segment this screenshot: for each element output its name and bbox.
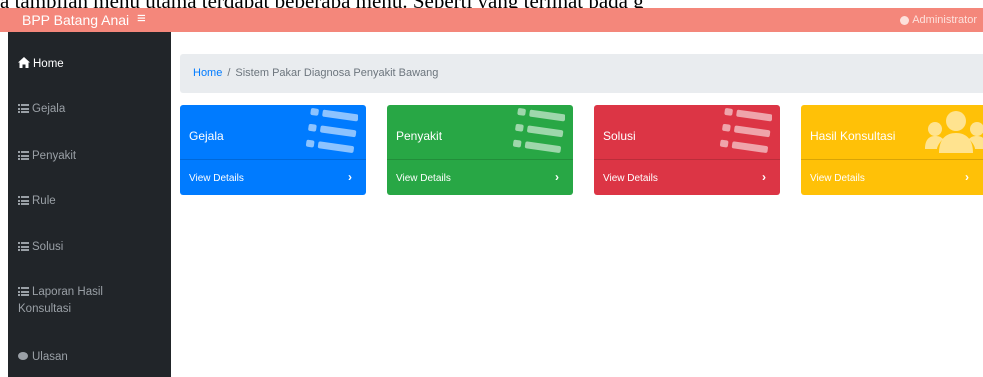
top-navbar: BPP Batang Anai ≡ Administrator bbox=[0, 8, 983, 32]
list-icon bbox=[18, 196, 29, 205]
view-details-link[interactable]: View Details › bbox=[387, 159, 573, 195]
list-icon bbox=[306, 108, 358, 153]
list-icon bbox=[18, 104, 29, 113]
user-circle-icon bbox=[900, 15, 910, 25]
card-hasil-konsultasi: Hasil Konsultasi View Details › bbox=[801, 105, 983, 195]
chevron-right-icon: › bbox=[965, 170, 969, 184]
sidebar-item-ulasan[interactable]: Ulasan bbox=[18, 349, 158, 366]
card-title: Solusi bbox=[603, 129, 636, 143]
sidebar-item-laporan-hasil-konsultasi[interactable]: Laporan Hasil Konsultasi bbox=[18, 284, 158, 318]
chevron-right-icon: › bbox=[555, 170, 559, 184]
breadcrumb-home-link[interactable]: Home bbox=[193, 67, 222, 79]
view-details-link[interactable]: View Details › bbox=[594, 159, 780, 195]
sidebar-item-label: Rule bbox=[32, 195, 56, 207]
card-title: Hasil Konsultasi bbox=[810, 129, 896, 143]
sidebar-item-penyakit[interactable]: Penyakit bbox=[18, 148, 158, 165]
card-gejala: Gejala View Details › bbox=[180, 105, 366, 195]
sidebar-item-label: Ulasan bbox=[32, 351, 68, 363]
view-details-label: View Details bbox=[189, 173, 244, 184]
list-icon bbox=[720, 108, 772, 153]
breadcrumb-current: Sistem Pakar Diagnosa Penyakit Bawang bbox=[235, 67, 439, 79]
user-menu[interactable]: Administrator bbox=[900, 14, 977, 26]
list-icon bbox=[18, 242, 29, 251]
sidebar-item-rule[interactable]: Rule bbox=[18, 193, 158, 210]
card-penyakit: Penyakit View Details › bbox=[387, 105, 573, 195]
breadcrumb: Home / Sistem Pakar Diagnosa Penyakit Bawa… bbox=[180, 54, 983, 93]
sidebar-item-label: Laporan Hasil Konsultasi bbox=[18, 286, 103, 315]
sidebar-item-label: Home bbox=[33, 58, 64, 70]
sidebar-item-label: Gejala bbox=[32, 103, 66, 115]
sidebar-item-label: Solusi bbox=[32, 241, 64, 253]
view-details-label: View Details bbox=[396, 173, 451, 184]
card-title: Penyakit bbox=[396, 129, 443, 143]
card-title: Gejala bbox=[189, 129, 224, 143]
view-details-link[interactable]: View Details › bbox=[180, 159, 366, 195]
user-name: Administrator bbox=[912, 14, 977, 26]
view-details-link[interactable]: View Details › bbox=[801, 159, 983, 195]
view-details-label: View Details bbox=[810, 173, 865, 184]
breadcrumb-separator: / bbox=[227, 67, 231, 79]
sidebar-item-gejala[interactable]: Gejala bbox=[18, 101, 158, 118]
card-solusi: Solusi View Details › bbox=[594, 105, 780, 195]
view-details-label: View Details bbox=[603, 173, 658, 184]
list-icon bbox=[513, 108, 565, 153]
sidebar-item-home[interactable]: Home bbox=[18, 56, 158, 73]
list-icon bbox=[18, 287, 29, 296]
chevron-right-icon: › bbox=[762, 170, 766, 184]
sidebar: Home Gejala Penyakit Rule Solusi Laporan… bbox=[8, 32, 171, 377]
comment-icon bbox=[18, 352, 28, 360]
brand-title[interactable]: BPP Batang Anai bbox=[22, 12, 129, 28]
menu-toggle-icon[interactable]: ≡ bbox=[137, 10, 146, 27]
list-icon bbox=[18, 151, 29, 160]
users-icon bbox=[925, 111, 983, 153]
home-icon bbox=[18, 57, 30, 68]
sidebar-item-label: Penyakit bbox=[32, 150, 77, 162]
chevron-right-icon: › bbox=[348, 170, 352, 184]
sidebar-item-solusi[interactable]: Solusi bbox=[18, 239, 158, 256]
